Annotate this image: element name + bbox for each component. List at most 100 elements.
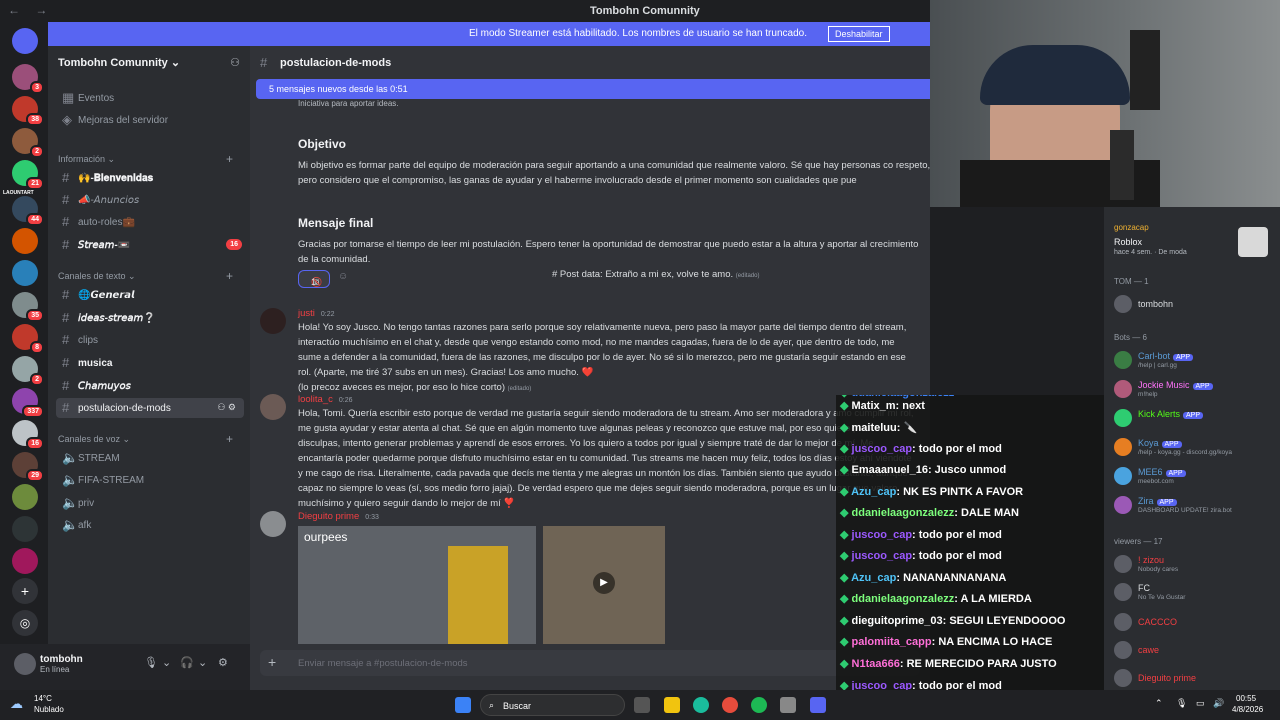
video-attachment[interactable]: ▶ <box>543 526 665 644</box>
channel-anuncios[interactable]: # 📣-𝘈𝘯𝘶𝘯𝘤𝘪𝘰𝘴 <box>56 190 244 210</box>
member-item[interactable]: Carl-bot APP/help | carl.gg <box>1114 349 1280 373</box>
task-view-icon[interactable] <box>634 697 650 713</box>
chrome-icon[interactable] <box>722 697 738 713</box>
tray-mic-icon[interactable]: 🎙 <box>1176 698 1187 709</box>
edge-icon[interactable] <box>693 697 709 713</box>
play-icon[interactable]: ▶ <box>593 572 615 594</box>
server-icon-2[interactable]: 38 <box>12 96 44 126</box>
steam-icon[interactable] <box>780 697 796 713</box>
member-item[interactable]: Dieguito prime <box>1114 667 1280 691</box>
message-author[interactable]: loolita_c 0:26 <box>298 394 352 405</box>
add-reaction-icon[interactable]: ☺ <box>338 271 348 282</box>
channel-auto-roles[interactable]: # auto-roles💼 <box>56 212 244 232</box>
plus-icon[interactable]: + <box>268 654 276 670</box>
channel-clips[interactable]: # clips <box>56 330 244 350</box>
member-item[interactable]: Koya APP/help - koya.gg - discord.gg/koya <box>1114 436 1280 460</box>
chevron-down-icon[interactable]: ⌄ <box>162 656 171 669</box>
add-member-icon[interactable]: ⚇ <box>230 56 240 69</box>
server-icon-13[interactable]: 29 <box>12 452 44 482</box>
tray-chevron-icon[interactable]: ⌃ <box>1155 698 1163 709</box>
message-input[interactable]: Enviar mensaje a #postulacion-de-mods <box>298 658 468 669</box>
member-item[interactable]: Jockie Music APP m!help <box>1114 378 1280 402</box>
member-item[interactable]: cawe <box>1114 639 1280 663</box>
clock-date[interactable]: 4/8/2026 <box>1232 705 1263 714</box>
headphones-icon[interactable]: 🎧 <box>180 656 194 669</box>
member-item[interactable]: Kick Alerts APP <box>1114 407 1280 431</box>
channel-settings-icon[interactable]: ⚇ ⚙ <box>217 402 236 413</box>
server-icon-3[interactable]: 2 <box>12 128 44 158</box>
message-author[interactable]: justi 0:22 <box>298 308 335 319</box>
add-channel-icon[interactable]: + <box>226 269 233 283</box>
tray-volume-icon[interactable]: 🔊 <box>1213 698 1224 709</box>
server-icon-12[interactable]: 16 <box>12 420 44 450</box>
channel-chamuyos[interactable]: # 𝘊𝘩𝘢𝘮𝘶𝘺𝘰𝘴 <box>56 376 244 396</box>
avatar[interactable] <box>260 308 286 334</box>
channel-stream[interactable]: # 𝘚𝘵𝘳𝘦𝘢𝘮-📼 16 <box>56 235 244 255</box>
category-canales-voz[interactable]: Canales de voz ⌄ + <box>58 432 233 446</box>
channel-ideas-stream[interactable]: # 𝘪𝘥𝘦𝘢𝘴-𝘴𝘵𝘳𝘦𝘢𝘮❔ <box>56 308 244 328</box>
member-item[interactable]: MEE6 APP meebot.com <box>1114 465 1280 489</box>
chevron-down-icon[interactable]: ⌄ <box>198 656 207 669</box>
chat-message: : NA ENCIMA LO HACE <box>931 636 1053 648</box>
voice-channel-stream[interactable]: 🔈 STREAM <box>56 448 244 468</box>
server-icon-7[interactable] <box>12 260 38 286</box>
server-icon-4[interactable]: 21 <box>12 160 44 190</box>
spotify-icon[interactable] <box>751 697 767 713</box>
server-icon-11[interactable]: 337 <box>12 388 44 418</box>
discord-icon[interactable] <box>810 697 826 713</box>
message-composer[interactable]: + Enviar mensaje a #postulacion-de-mods <box>260 650 920 676</box>
server-icon-10[interactable]: 2 <box>12 356 44 386</box>
video-attachment[interactable]: ourpees <box>298 526 536 644</box>
channel-postulacion-de-mods[interactable]: # postulacion-de-mods ⚇ ⚙ <box>56 398 244 418</box>
server-name[interactable]: Tombohn Comunnity ⌄ <box>58 56 180 69</box>
channel-musica[interactable]: # musica <box>56 353 244 373</box>
chat-username: Azu_cap <box>851 486 897 498</box>
channel-general[interactable]: # 🌐𝙂𝙚𝙣𝙚𝙧𝙖𝙡 <box>56 285 244 305</box>
taskbar-search[interactable]: ⌕ Buscar <box>480 694 625 716</box>
voice-channel-afk[interactable]: 🔈 afk <box>56 515 244 535</box>
disable-streamer-button[interactable]: Deshabilitar <box>828 26 890 42</box>
server-icon-1[interactable]: 3 <box>12 64 44 94</box>
discover-icon[interactable]: ◎ <box>12 610 38 636</box>
member-item[interactable]: CACCCO <box>1114 611 1280 635</box>
server-icon-5[interactable]: 44 <box>12 196 44 226</box>
windows-start-icon[interactable] <box>455 697 471 713</box>
member-item[interactable]: ! zizou Nobody cares <box>1114 553 1280 577</box>
chat-message: : NK ES PINTK A FAVOR <box>896 486 1024 498</box>
voice-channel-fifa[interactable]: 🔈 FIFA-STREAM <box>56 470 244 490</box>
weather-desc[interactable]: Nublado <box>34 705 64 714</box>
channel-bienvenidas[interactable]: # 🙌-𝐁𝐢𝐞𝐧𝐯𝐞𝐧𝐢𝐝𝐚𝐬 <box>56 168 244 188</box>
server-icon-15[interactable] <box>12 516 38 542</box>
category-canales-texto[interactable]: Canales de texto ⌄ + <box>58 269 233 283</box>
member-item[interactable]: FC No Te Va Gustar <box>1114 581 1280 605</box>
reaction-chip[interactable]: 🔞 1 <box>298 270 330 288</box>
chat-badge-icon: ◆ <box>840 400 852 412</box>
server-icon-16[interactable] <box>12 548 38 574</box>
server-icon-9[interactable]: 8 <box>12 324 44 354</box>
category-informacion[interactable]: Información ⌄ + <box>58 152 233 166</box>
server-icon-8[interactable]: 35 <box>12 292 44 322</box>
sidebar-item-mejoras[interactable]: ◈ Mejoras del servidor <box>56 110 244 130</box>
server-icon-6[interactable] <box>12 228 38 254</box>
avatar[interactable] <box>260 511 286 537</box>
member-item[interactable]: tombohn <box>1114 293 1280 317</box>
channel-title: postulacion-de-mods <box>280 57 392 69</box>
add-server-icon[interactable]: + <box>12 578 38 604</box>
mic-icon[interactable]: 🎙 <box>144 656 158 669</box>
sidebar-item-eventos[interactable]: ▦ Eventos <box>56 88 244 108</box>
file-explorer-icon[interactable] <box>664 697 680 713</box>
add-channel-icon[interactable]: + <box>226 432 233 446</box>
message-author[interactable]: Dieguito prime 0:33 <box>298 511 379 522</box>
server-icon-14[interactable] <box>12 484 38 510</box>
weather-temp[interactable]: 14°C <box>34 694 52 703</box>
tray-network-icon[interactable]: ▭ <box>1196 698 1205 709</box>
voice-channel-priv[interactable]: 🔈 priv <box>56 493 244 513</box>
settings-gear-icon[interactable]: ⚙ <box>218 656 228 669</box>
avatar[interactable] <box>14 653 36 675</box>
add-channel-icon[interactable]: + <box>226 152 233 166</box>
clock-time[interactable]: 00:55 <box>1236 694 1256 703</box>
avatar[interactable] <box>260 394 286 420</box>
member-item[interactable]: Zira APP DASHBOARD UPDATE! zira.bot <box>1114 494 1280 518</box>
discord-home-icon[interactable] <box>12 28 38 54</box>
back-forward-icons[interactable]: ← → <box>8 3 53 17</box>
